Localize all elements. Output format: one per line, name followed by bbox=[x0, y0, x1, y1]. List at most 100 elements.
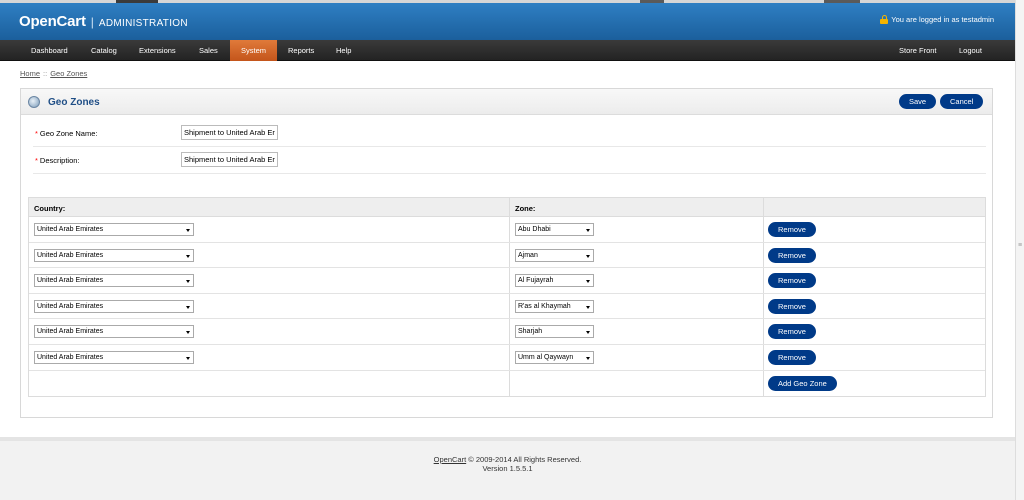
geo-zone-name-input[interactable]: Shipment to United Arab Er bbox=[181, 125, 278, 140]
breadcrumb: Home:: Geo Zones bbox=[20, 69, 87, 78]
globe-icon bbox=[28, 96, 40, 108]
required-marker: * bbox=[35, 156, 38, 165]
dropdown-arrow-icon bbox=[186, 357, 190, 360]
admin-page: OpenCart | ADMINISTRATION You are logged… bbox=[0, 0, 1015, 500]
zone-select[interactable]: Sharjah bbox=[515, 325, 594, 339]
zone-row: United Arab Emirates R'as al Khaymah Remov… bbox=[29, 294, 985, 320]
country-select-value: United Arab Emirates bbox=[37, 251, 104, 259]
geo-zone-name-label: * Geo Zone Name: bbox=[35, 129, 97, 138]
geo-zone-name-row: * Geo Zone Name: Shipment to United Arab … bbox=[33, 120, 986, 147]
zone-select-value: R'as al Khaymah bbox=[518, 302, 571, 310]
description-row: * Description: Shipment to United Arab Er bbox=[33, 147, 986, 174]
zone-select-value: Abu Dhabi bbox=[518, 226, 551, 233]
dropdown-arrow-icon bbox=[586, 254, 590, 258]
dropdown-arrow-icon bbox=[586, 331, 590, 335]
remove-button[interactable]: Remove bbox=[768, 298, 816, 314]
dropdown-arrow-icon bbox=[586, 357, 590, 360]
lock-icon bbox=[880, 15, 889, 24]
geo-zone-panel: Geo Zones Save Cancel * Geo Zone Name: Sh… bbox=[20, 88, 993, 418]
country-select-value: United Arab Emirates bbox=[37, 328, 104, 336]
description-label-text: Description: bbox=[39, 156, 80, 165]
zone-select-value: Umm al Qaywayn bbox=[518, 354, 574, 361]
country-select[interactable]: United Arab Emirates bbox=[34, 274, 194, 288]
zone-select[interactable]: Umm al Qaywayn bbox=[515, 351, 594, 364]
zone-row: United Arab Emirates Al Fujayrah Remove bbox=[29, 268, 985, 294]
scrollbar[interactable]: ≡ bbox=[1015, 0, 1024, 500]
nav-store-front[interactable]: Store Front bbox=[891, 40, 945, 61]
nav-sales[interactable]: Sales bbox=[191, 40, 226, 61]
nav-system[interactable]: System bbox=[230, 40, 277, 61]
remove-button[interactable]: Remove bbox=[768, 222, 816, 237]
country-header: Country: bbox=[34, 204, 66, 213]
footer-version: Version 1.5.5.1 bbox=[482, 464, 533, 473]
logo-section: ADMINISTRATION bbox=[98, 18, 188, 29]
country-select[interactable]: United Arab Emirates bbox=[34, 299, 194, 313]
login-text: You are logged in as testadmin bbox=[891, 15, 994, 24]
footer: OpenCart © 2009-2014 All Rights Reserved… bbox=[0, 437, 1015, 500]
panel-header: Geo Zones Save Cancel bbox=[21, 89, 992, 115]
dropdown-arrow-icon bbox=[586, 229, 590, 232]
zone-row: United Arab Emirates Ajman Remove bbox=[29, 243, 985, 269]
nav-catalog[interactable]: Catalog bbox=[83, 40, 125, 61]
country-select-value: United Arab Emirates bbox=[37, 277, 104, 285]
remove-button[interactable]: Remove bbox=[768, 350, 816, 365]
zone-row: United Arab Emirates Abu Dhabi Remove bbox=[29, 217, 985, 243]
country-select[interactable]: United Arab Emirates bbox=[34, 351, 194, 364]
country-select-value: United Arab Emirates bbox=[37, 354, 104, 361]
remove-button[interactable]: Remove bbox=[768, 273, 816, 289]
country-select-value: United Arab Emirates bbox=[37, 302, 104, 310]
zone-select-value: Al Fujayrah bbox=[518, 277, 554, 285]
nav-dashboard[interactable]: Dashboard bbox=[23, 40, 76, 61]
country-select[interactable]: United Arab Emirates bbox=[34, 325, 194, 339]
save-button[interactable]: Save bbox=[899, 94, 937, 109]
zone-row: United Arab Emirates Umm al Qaywayn Remove bbox=[29, 345, 985, 371]
dropdown-arrow-icon bbox=[186, 280, 190, 284]
zone-table-header: Country: Zone: bbox=[29, 198, 985, 217]
description-label: * Description: bbox=[35, 156, 80, 165]
nav-extensions[interactable]: Extensions bbox=[131, 40, 184, 61]
breadcrumb-home[interactable]: Home bbox=[20, 69, 40, 78]
country-select[interactable]: United Arab Emirates bbox=[34, 223, 194, 236]
page-title: Geo Zones bbox=[48, 97, 100, 108]
country-select[interactable]: United Arab Emirates bbox=[34, 248, 194, 262]
dropdown-arrow-icon bbox=[186, 229, 190, 232]
required-marker: * bbox=[35, 129, 38, 138]
country-select-value: United Arab Emirates bbox=[37, 226, 104, 233]
zone-select-value: Sharjah bbox=[518, 328, 543, 336]
cancel-button[interactable]: Cancel bbox=[940, 94, 984, 109]
zone-select[interactable]: Ajman bbox=[515, 248, 594, 262]
nav-reports[interactable]: Reports bbox=[280, 40, 322, 61]
footer-copyright-text: © 2009-2014 All Rights Reserved. bbox=[468, 455, 582, 464]
dropdown-arrow-icon bbox=[186, 254, 190, 258]
login-status: You are logged in as testadmin bbox=[880, 15, 994, 24]
dropdown-arrow-icon bbox=[586, 280, 590, 284]
zone-table: Country: Zone: United Arab Emirates Abu D… bbox=[28, 197, 986, 397]
zone-select[interactable]: Abu Dhabi bbox=[515, 223, 594, 236]
logo-separator: | bbox=[90, 15, 94, 29]
add-geo-zone-button[interactable]: Add Geo Zone bbox=[768, 376, 837, 391]
remove-button[interactable]: Remove bbox=[768, 247, 816, 263]
zone-select[interactable]: Al Fujayrah bbox=[515, 274, 594, 288]
breadcrumb-separator: :: bbox=[43, 69, 48, 78]
logo-brand: OpenCart bbox=[19, 13, 86, 30]
zone-row: United Arab Emirates Sharjah Remove bbox=[29, 319, 985, 345]
scrollbar-grip[interactable]: ≡ bbox=[1017, 242, 1023, 254]
logo[interactable]: OpenCart | ADMINISTRATION bbox=[19, 13, 188, 30]
footer-copyright: OpenCart © 2009-2014 All Rights Reserved… bbox=[0, 455, 1015, 464]
zone-header: Zone: bbox=[515, 204, 536, 213]
dropdown-arrow-icon bbox=[186, 331, 190, 335]
header: OpenCart | ADMINISTRATION You are logged… bbox=[0, 3, 1015, 40]
main-nav: Dashboard Catalog Extensions Sales Syste… bbox=[0, 40, 1015, 61]
zone-select-value: Ajman bbox=[518, 251, 538, 259]
dropdown-arrow-icon bbox=[586, 305, 590, 309]
description-input[interactable]: Shipment to United Arab Er bbox=[181, 152, 278, 167]
remove-button[interactable]: Remove bbox=[768, 324, 816, 340]
nav-help[interactable]: Help bbox=[328, 40, 359, 61]
breadcrumb-current[interactable]: Geo Zones bbox=[50, 69, 87, 78]
footer-opencart-link[interactable]: OpenCart bbox=[434, 455, 467, 464]
add-row: Add Geo Zone bbox=[29, 371, 985, 397]
geo-zone-name-label-text: Geo Zone Name: bbox=[39, 129, 98, 138]
dropdown-arrow-icon bbox=[186, 305, 190, 309]
nav-logout[interactable]: Logout bbox=[951, 40, 990, 61]
zone-select[interactable]: R'as al Khaymah bbox=[515, 299, 594, 313]
